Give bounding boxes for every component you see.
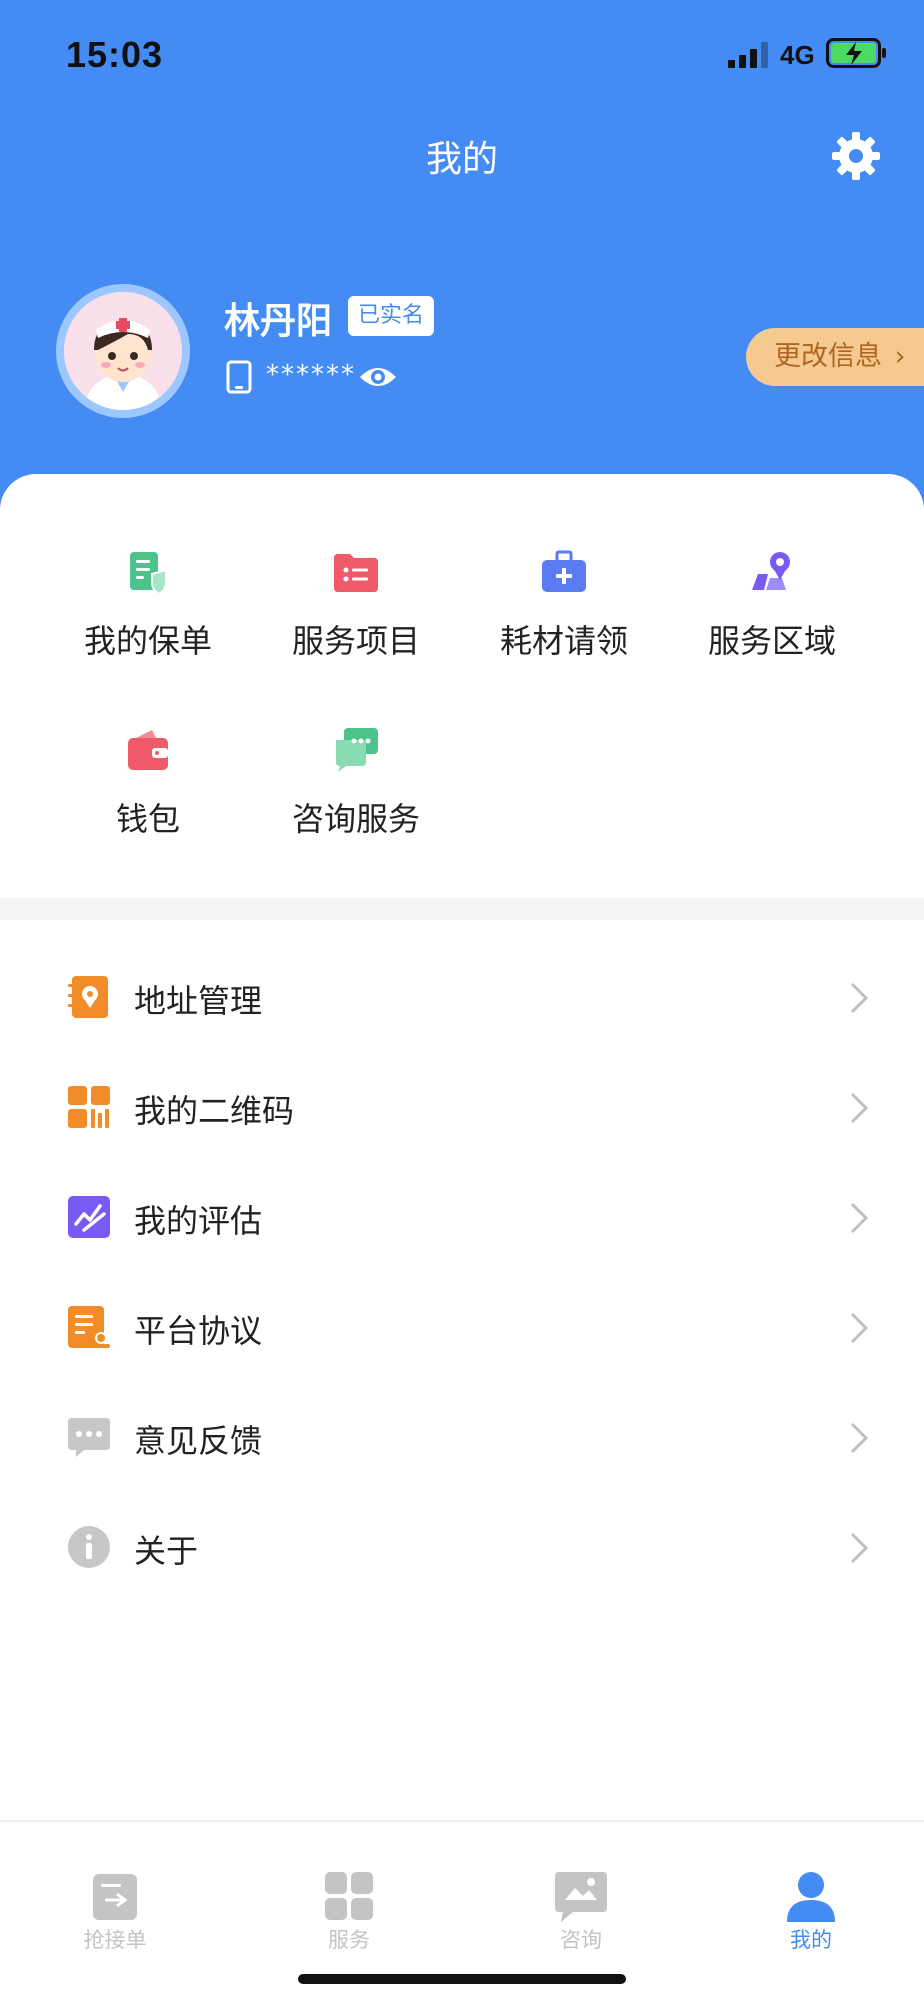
policy-icon — [130, 552, 167, 596]
service-area-icon — [752, 552, 790, 590]
grid-item-supplies[interactable]: 耗材请领 — [464, 548, 664, 662]
phone-icon — [226, 360, 252, 394]
network-type: 4G — [780, 40, 815, 70]
grid-label: 我的保单 — [83, 622, 212, 660]
settings-gear-icon[interactable] — [830, 130, 882, 182]
feedback-icon — [68, 1418, 110, 1457]
home-indicator — [298, 1974, 626, 1984]
tab-consult[interactable]: 咨询 — [506, 1822, 656, 1954]
tab-service[interactable]: 服务 — [274, 1822, 424, 1954]
phone-number-masked: ****** — [266, 360, 356, 390]
grab-order-icon — [93, 1874, 137, 1920]
tab-label: 服务 — [328, 1928, 370, 1952]
qrcode-icon — [68, 1086, 110, 1128]
avatar[interactable] — [56, 284, 190, 418]
user-name: 林丹阳 — [224, 301, 333, 342]
chevron-right-icon: › — [894, 341, 906, 372]
bottom-tab-bar: 抢接单 服务 咨询 我的 — [0, 1820, 924, 2002]
info-icon — [68, 1526, 110, 1568]
grid-label: 服务项目 — [291, 622, 420, 660]
profile-icon — [787, 1872, 835, 1922]
battery-charging-icon — [826, 38, 886, 68]
chevron-right-icon — [850, 1092, 869, 1124]
grid-item-consult[interactable]: 咨询服务 — [256, 726, 456, 840]
address-book-icon — [68, 976, 108, 1018]
menu-label: 平台协议 — [134, 1312, 263, 1350]
service-items-icon — [334, 554, 378, 592]
supplies-kit-icon — [542, 550, 586, 592]
chevron-right-icon — [850, 1422, 869, 1454]
menu-label: 地址管理 — [134, 982, 263, 1020]
nurse-avatar-icon — [64, 292, 182, 410]
status-bar: 15:03 4G — [0, 0, 924, 110]
tab-label: 咨询 — [560, 1928, 602, 1952]
menu-item-feedback[interactable]: 意见反馈 — [0, 1384, 924, 1494]
grid-label: 咨询服务 — [291, 800, 420, 838]
agreement-icon — [68, 1306, 110, 1348]
wallet-icon — [128, 730, 168, 770]
grid-label: 钱包 — [115, 800, 180, 838]
menu-item-address[interactable]: 地址管理 — [0, 944, 924, 1054]
menu-item-qrcode[interactable]: 我的二维码 — [0, 1054, 924, 1164]
menu-item-agreement[interactable]: 平台协议 — [0, 1274, 924, 1384]
menu-item-about[interactable]: 关于 — [0, 1494, 924, 1604]
grid-item-policy[interactable]: 我的保单 — [48, 548, 248, 662]
tab-profile[interactable]: 我的 — [736, 1822, 886, 1954]
tab-label: 抢接单 — [83, 1928, 147, 1952]
signal-icon — [728, 42, 768, 68]
menu-label: 关于 — [134, 1532, 199, 1570]
edit-info-label: 更改信息 — [774, 341, 882, 372]
verified-badge: 已实名 — [348, 296, 435, 336]
grid-item-service-items[interactable]: 服务项目 — [256, 548, 456, 662]
page-title: 我的 — [425, 139, 498, 180]
grid-item-service-area[interactable]: 服务区域 — [672, 548, 872, 662]
menu-label: 意见反馈 — [134, 1422, 263, 1460]
menu-item-assessment[interactable]: 我的评估 — [0, 1164, 924, 1274]
grid-item-wallet[interactable]: 钱包 — [48, 726, 248, 840]
chevron-right-icon — [850, 982, 869, 1014]
menu-label: 我的二维码 — [134, 1092, 295, 1130]
chevron-right-icon — [850, 1532, 869, 1564]
edit-info-button[interactable]: 更改信息 › — [746, 328, 924, 386]
tab-label: 我的 — [790, 1928, 832, 1952]
grid-label: 耗材请领 — [499, 622, 628, 660]
section-divider — [0, 898, 924, 920]
consult-icon — [555, 1872, 607, 1922]
eye-icon[interactable] — [358, 362, 398, 392]
consult-chat-icon — [336, 728, 378, 772]
grid-label: 服务区域 — [707, 622, 836, 660]
assessment-icon — [68, 1196, 110, 1238]
chevron-right-icon — [850, 1202, 869, 1234]
status-time: 15:03 — [66, 34, 164, 75]
service-grid-icon — [325, 1872, 373, 1920]
menu-label: 我的评估 — [134, 1202, 263, 1240]
chevron-right-icon — [850, 1312, 869, 1344]
tab-grab-order[interactable]: 抢接单 — [40, 1822, 190, 1954]
